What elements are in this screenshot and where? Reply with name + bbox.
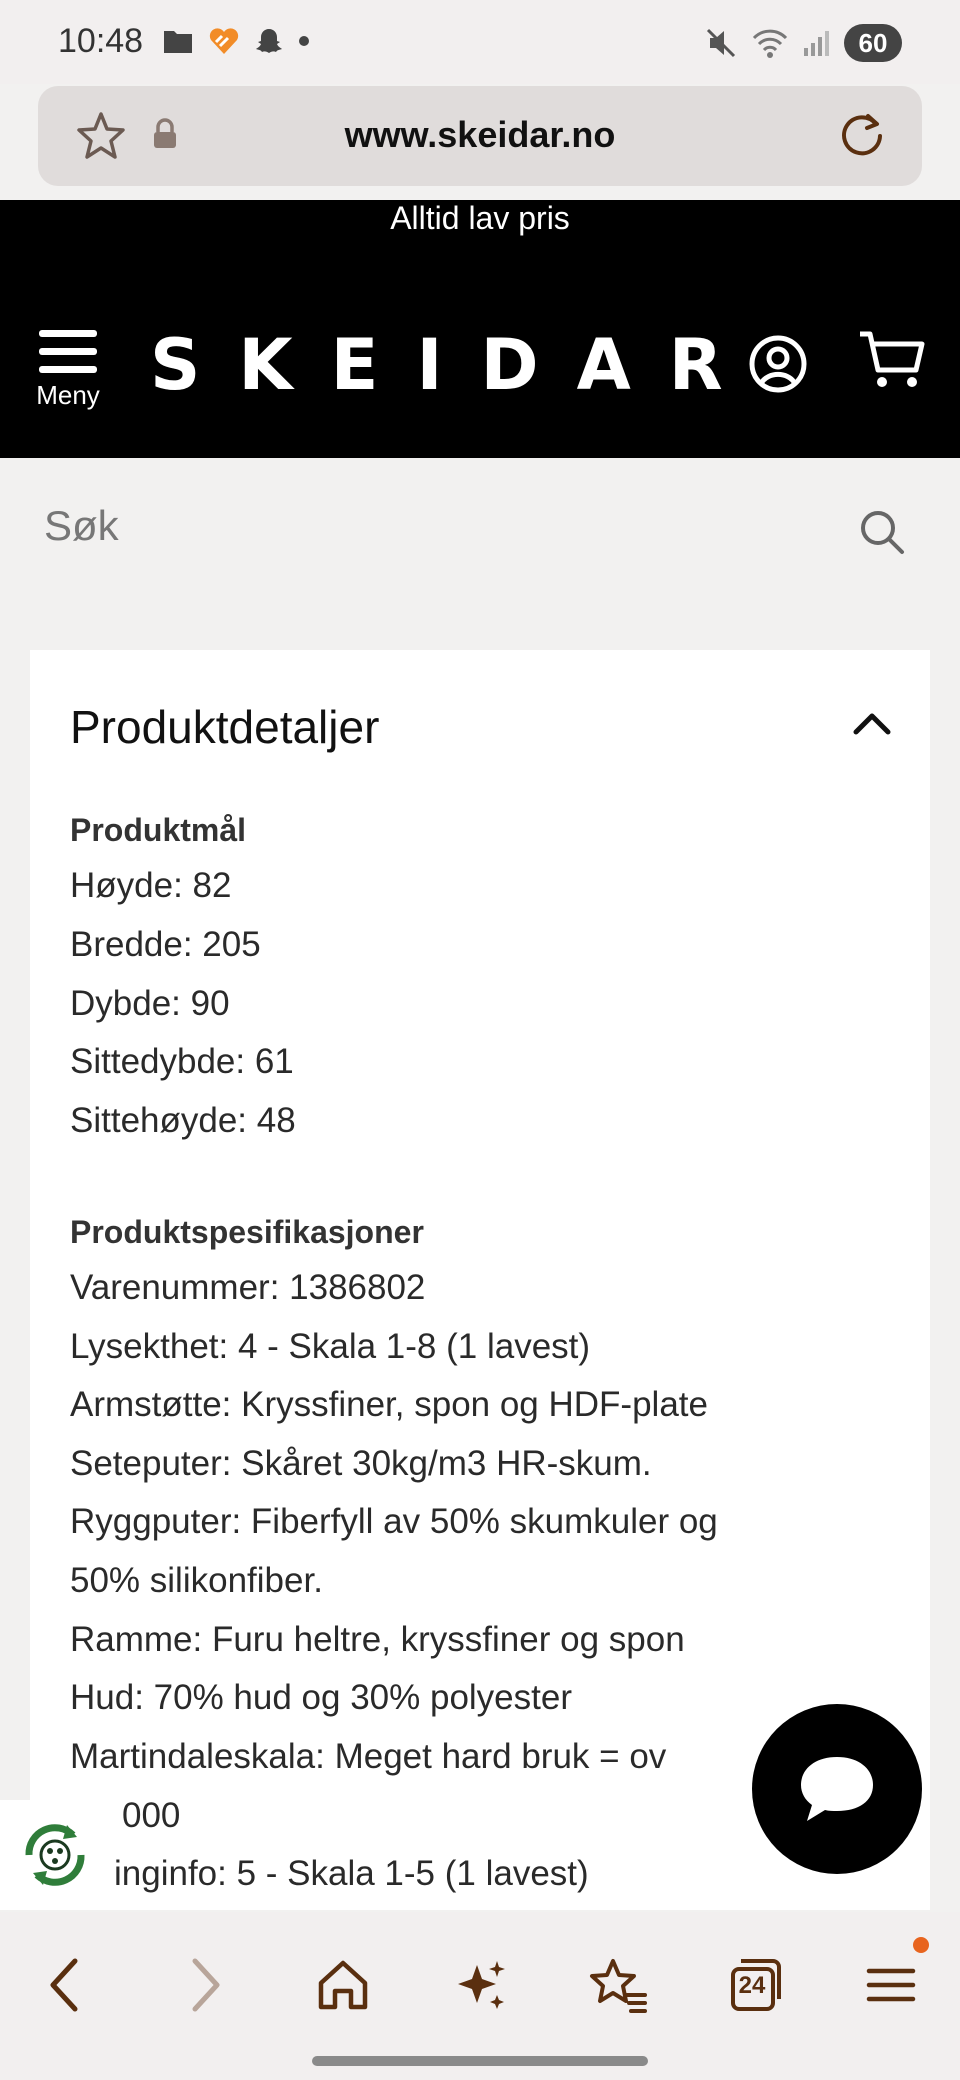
menu-label: Meny — [36, 380, 100, 410]
spec-line: 000 — [122, 1796, 181, 1835]
status-time: 10:48 — [58, 22, 144, 60]
search-icon[interactable] — [858, 508, 906, 556]
system-icons: 60 — [704, 24, 902, 62]
star-list-icon — [590, 1959, 647, 2013]
status-bar: 10:48 60 — [0, 0, 960, 84]
tab-count: 24 — [738, 1972, 766, 1999]
bookmarks-button[interactable] — [584, 1950, 654, 2020]
url-text[interactable]: www.skeidar.no — [38, 114, 922, 156]
product-details-title[interactable]: Produktdetaljer — [70, 700, 379, 754]
chevron-right-icon — [192, 1958, 220, 2012]
reload-icon[interactable] — [836, 110, 888, 162]
notification-dot-icon — [913, 1937, 929, 1953]
tabs-button[interactable]: 24 — [720, 1950, 790, 2020]
chevron-left-icon — [50, 1958, 78, 2012]
signal-icon — [804, 31, 829, 56]
folder-icon — [164, 31, 192, 53]
chat-bubble-icon — [801, 1757, 873, 1821]
home-icon — [318, 1960, 368, 2010]
notification-icons — [162, 26, 310, 56]
account-icon[interactable] — [748, 334, 808, 394]
chevron-up-icon[interactable] — [852, 710, 892, 736]
menu-button[interactable]: Meny — [32, 330, 104, 411]
site-logo[interactable]: SKEIDAR — [150, 324, 761, 406]
back-button[interactable] — [30, 1950, 100, 2020]
browser-bottom-nav: 24 — [0, 1912, 960, 2080]
spec-line: Hud: 70% hud og 30% polyester — [70, 1678, 572, 1717]
sustainability-widget[interactable] — [0, 1800, 110, 1910]
menu-icon — [866, 1968, 916, 2002]
dimension-line: Dybde: 90 — [70, 984, 230, 1023]
dimension-line: Bredde: 205 — [70, 925, 261, 964]
battery-indicator: 60 — [844, 24, 902, 62]
recycle-icon — [25, 1824, 85, 1886]
site-header: Alltid lav pris Meny SKEIDAR — [0, 200, 960, 458]
mute-icon — [706, 28, 736, 58]
home-button[interactable] — [308, 1950, 378, 2020]
spec-line: Seteputer: Skåret 30kg/m3 HR-skum. — [70, 1444, 652, 1483]
hamburger-icon — [39, 330, 97, 384]
home-indicator[interactable] — [312, 2056, 648, 2066]
chat-button[interactable] — [752, 1704, 922, 1874]
spec-line: Varenummer: 1386802 — [70, 1268, 426, 1307]
spec-line: Martindaleskala: Meget hard bruk = ov — [70, 1737, 667, 1776]
search-bar — [0, 458, 960, 598]
cart-icon[interactable] — [858, 328, 928, 392]
spec-line: Ramme: Furu heltre, kryssfiner og spon — [70, 1620, 685, 1659]
dimension-line: Høyde: 82 — [70, 866, 232, 905]
app-notification-icon — [209, 28, 239, 54]
spec-line: Ryggputer: Fiberfyll av 50% skumkuler og — [70, 1502, 718, 1541]
specs-heading: Produktspesifikasjoner — [70, 1214, 424, 1250]
sparkle-icon — [458, 1961, 505, 2009]
forward-button[interactable] — [170, 1950, 240, 2020]
dot-icon — [299, 36, 309, 46]
browser-menu-button[interactable] — [856, 1950, 926, 2020]
search-input[interactable] — [44, 502, 804, 550]
address-bar[interactable]: www.skeidar.no — [38, 86, 922, 186]
spec-line: Armstøtte: Kryssfiner, spon og HDF-plate — [70, 1385, 708, 1424]
ai-assistant-button[interactable] — [446, 1950, 516, 2020]
promo-banner: Alltid lav pris — [390, 200, 570, 236]
dimensions-heading: Produktmål — [70, 812, 247, 848]
spec-line: Lysekthet: 4 - Skala 1-8 (1 lavest) — [70, 1327, 591, 1366]
spec-line: 50% silikonfiber. — [70, 1561, 323, 1600]
spec-line: inginfo: 5 - Skala 1-5 (1 lavest) — [114, 1854, 589, 1893]
dimension-line: Sittedybde: 61 — [70, 1042, 294, 1081]
dimension-line: Sittehøyde: 48 — [70, 1101, 296, 1140]
wifi-icon — [752, 29, 788, 58]
snapchat-icon — [256, 29, 282, 53]
